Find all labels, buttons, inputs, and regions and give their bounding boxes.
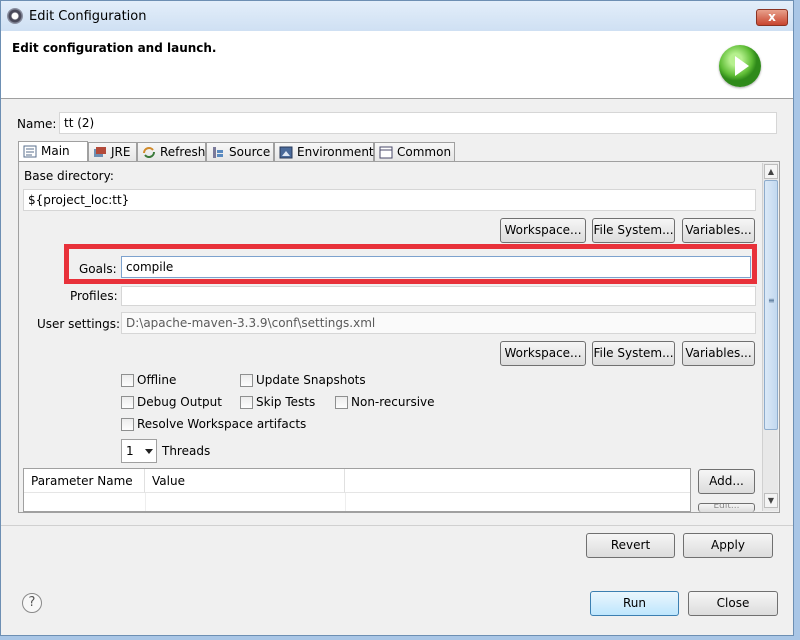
column-divider xyxy=(345,493,346,511)
apply-button[interactable]: Apply xyxy=(683,533,773,558)
column-divider xyxy=(145,493,146,511)
dialog-header-title: Edit configuration and launch. xyxy=(12,41,217,55)
profiles-field[interactable] xyxy=(121,286,756,306)
threads-value: 1 xyxy=(126,444,134,458)
user-settings-label: User settings: xyxy=(37,317,121,331)
user-settings-workspace-button[interactable]: Workspace... xyxy=(500,341,586,366)
window-title: Edit Configuration xyxy=(29,9,147,24)
tab-common[interactable]: Common xyxy=(374,142,455,162)
panel-scrollbar[interactable]: ▲ ≡ ▼ xyxy=(762,163,778,511)
column-header-value[interactable]: Value xyxy=(145,469,345,493)
non-recursive-label: Non-recursive xyxy=(351,395,435,409)
skip-tests-checkbox[interactable] xyxy=(240,396,253,409)
base-dir-workspace-button[interactable]: Workspace... xyxy=(500,218,586,243)
update-snapshots-label: Update Snapshots xyxy=(256,373,366,387)
debug-output-checkbox[interactable] xyxy=(121,396,134,409)
run-button[interactable]: Run xyxy=(590,591,679,616)
tab-refresh-label: Refresh xyxy=(160,145,206,159)
non-recursive-checkbox[interactable] xyxy=(335,396,348,409)
edit-parameter-button[interactable]: Edit... xyxy=(698,503,755,512)
revert-button[interactable]: Revert xyxy=(586,533,675,558)
tab-source-label: Source xyxy=(229,145,271,159)
name-field[interactable]: tt (2) xyxy=(59,112,777,134)
user-settings-variables-button[interactable]: Variables... xyxy=(682,341,755,366)
debug-output-label: Debug Output xyxy=(137,395,222,409)
tab-common-label: Common xyxy=(397,145,452,159)
grip-icon: ≡ xyxy=(768,296,775,305)
tab-source[interactable]: Source xyxy=(206,142,274,162)
profiles-label: Profiles: xyxy=(70,289,118,303)
footer-separator xyxy=(1,525,793,526)
resolve-workspace-checkbox[interactable] xyxy=(121,418,134,431)
close-button[interactable]: Close xyxy=(688,591,778,616)
tab-environment-label: Environment xyxy=(297,145,374,159)
name-label: Name: xyxy=(17,117,57,131)
tab-environment[interactable]: Environment xyxy=(274,142,374,162)
help-icon[interactable]: ? xyxy=(22,593,42,613)
source-icon xyxy=(213,147,223,158)
scroll-up-icon[interactable]: ▲ xyxy=(764,164,778,179)
parameter-table[interactable]: Parameter Name Value xyxy=(23,468,691,512)
base-dir-variables-button[interactable]: Variables... xyxy=(682,218,755,243)
title-bar: Edit Configuration x xyxy=(1,1,793,31)
threads-label: Threads xyxy=(162,444,211,458)
skip-tests-label: Skip Tests xyxy=(256,395,316,409)
tab-main[interactable]: Main xyxy=(18,141,88,163)
offline-label: Offline xyxy=(137,373,177,387)
resolve-workspace-label: Resolve Workspace artifacts xyxy=(137,417,307,431)
threads-combo[interactable]: 1 xyxy=(121,439,157,463)
offline-checkbox[interactable] xyxy=(121,374,134,387)
user-settings-field[interactable]: D:\apache-maven-3.3.9\conf\settings.xml xyxy=(121,312,756,334)
tab-main-label: Main xyxy=(41,144,70,158)
edit-configuration-dialog: Edit Configuration x Edit configuration … xyxy=(0,0,794,636)
dialog-header: Edit configuration and launch. xyxy=(1,31,793,99)
base-directory-field[interactable]: ${project_loc:tt} xyxy=(23,189,756,211)
goals-field[interactable]: compile xyxy=(121,256,751,278)
tab-refresh[interactable]: Refresh xyxy=(137,142,206,162)
column-header-filler xyxy=(345,469,690,493)
column-header-parameter-name[interactable]: Parameter Name xyxy=(24,469,145,493)
user-settings-filesystem-button[interactable]: File System... xyxy=(592,341,675,366)
update-snapshots-checkbox[interactable] xyxy=(240,374,253,387)
jre-icon xyxy=(94,147,106,157)
main-tab-icon xyxy=(23,145,37,158)
chevron-down-icon xyxy=(145,449,153,454)
window-close-button[interactable]: x xyxy=(756,9,788,26)
base-dir-filesystem-button[interactable]: File System... xyxy=(592,218,675,243)
eclipse-app-icon xyxy=(7,8,23,24)
scrollbar-thumb[interactable]: ≡ xyxy=(764,180,778,430)
add-parameter-button[interactable]: Add... xyxy=(698,469,755,494)
tab-jre-label: JRE xyxy=(111,145,131,159)
scroll-down-icon[interactable]: ▼ xyxy=(764,493,778,508)
run-launch-icon xyxy=(719,45,761,87)
tab-jre[interactable]: JRE xyxy=(88,142,137,162)
common-icon xyxy=(379,146,393,159)
goals-label: Goals: xyxy=(79,262,117,276)
refresh-icon xyxy=(143,147,155,158)
base-directory-label: Base directory: xyxy=(24,169,114,183)
environment-icon xyxy=(279,146,293,159)
